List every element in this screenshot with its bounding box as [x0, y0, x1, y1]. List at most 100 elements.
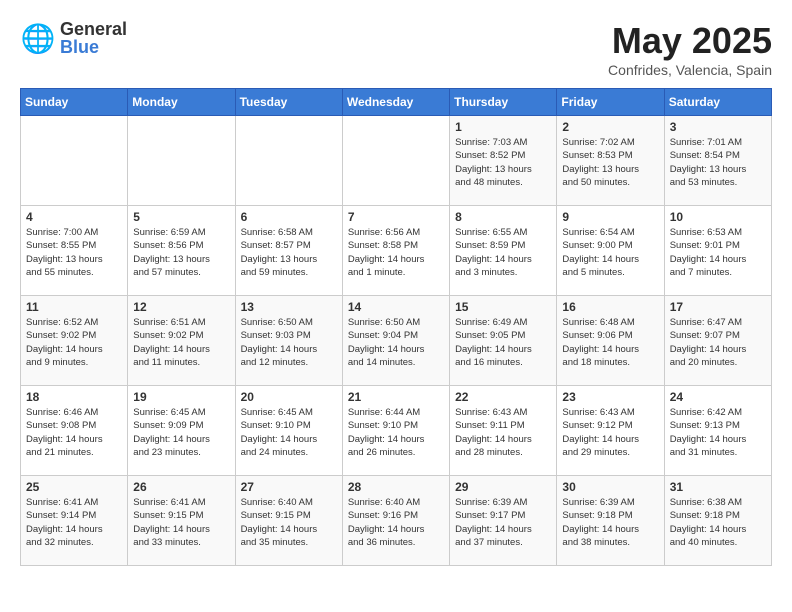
day-number: 8: [455, 210, 551, 224]
day-number: 22: [455, 390, 551, 404]
day-info: Sunrise: 6:40 AM Sunset: 9:15 PM Dayligh…: [241, 496, 337, 549]
day-info: Sunrise: 6:52 AM Sunset: 9:02 PM Dayligh…: [26, 316, 122, 369]
day-info: Sunrise: 7:00 AM Sunset: 8:55 PM Dayligh…: [26, 226, 122, 279]
calendar-header-row: SundayMondayTuesdayWednesdayThursdayFrid…: [21, 89, 772, 116]
day-info: Sunrise: 6:48 AM Sunset: 9:06 PM Dayligh…: [562, 316, 658, 369]
day-info: Sunrise: 6:50 AM Sunset: 9:04 PM Dayligh…: [348, 316, 444, 369]
day-number: 11: [26, 300, 122, 314]
day-info: Sunrise: 6:39 AM Sunset: 9:18 PM Dayligh…: [562, 496, 658, 549]
week-row-4: 18Sunrise: 6:46 AM Sunset: 9:08 PM Dayli…: [21, 386, 772, 476]
day-number: 16: [562, 300, 658, 314]
day-info: Sunrise: 7:02 AM Sunset: 8:53 PM Dayligh…: [562, 136, 658, 189]
header-tuesday: Tuesday: [235, 89, 342, 116]
month-title: May 2025: [608, 20, 772, 62]
calendar-cell: [128, 116, 235, 206]
day-number: 14: [348, 300, 444, 314]
calendar-cell: 4 Sunrise: 7:00 AM Sunset: 8:55 PM Daylig…: [21, 206, 128, 296]
header-wednesday: Wednesday: [342, 89, 449, 116]
calendar-cell: 5Sunrise: 6:59 AM Sunset: 8:56 PM Daylig…: [128, 206, 235, 296]
calendar-cell: 20 Sunrise: 6:45 AM Sunset: 9:10 PM Dayli…: [235, 386, 342, 476]
day-info: Sunrise: 6:46 AM Sunset: 9:08 PM Dayligh…: [26, 406, 122, 459]
day-info: Sunrise: 6:45 AM Sunset: 9:10 PM Dayligh…: [241, 406, 337, 459]
svg-text:🌐: 🌐: [21, 22, 56, 55]
day-number: 24: [670, 390, 766, 404]
day-info: Sunrise: 6:38 AM Sunset: 9:18 PM Dayligh…: [670, 496, 766, 549]
calendar-cell: 15Sunrise: 6:49 AM Sunset: 9:05 PM Dayli…: [450, 296, 557, 386]
week-row-3: 11 Sunrise: 6:52 AM Sunset: 9:02 PM Dayli…: [21, 296, 772, 386]
calendar-cell: 28Sunrise: 6:40 AM Sunset: 9:16 PM Dayli…: [342, 476, 449, 566]
calendar-cell: 23 Sunrise: 6:43 AM Sunset: 9:12 PM Dayli…: [557, 386, 664, 476]
day-info: Sunrise: 6:53 AM Sunset: 9:01 PM Dayligh…: [670, 226, 766, 279]
day-info: Sunrise: 6:54 AM Sunset: 9:00 PM Dayligh…: [562, 226, 658, 279]
day-number: 9: [562, 210, 658, 224]
header-thursday: Thursday: [450, 89, 557, 116]
day-number: 13: [241, 300, 337, 314]
calendar-cell: 10 Sunrise: 6:53 AM Sunset: 9:01 PM Dayli…: [664, 206, 771, 296]
calendar-cell: 24Sunrise: 6:42 AM Sunset: 9:13 PM Dayli…: [664, 386, 771, 476]
day-info: Sunrise: 6:40 AM Sunset: 9:16 PM Dayligh…: [348, 496, 444, 549]
calendar-cell: 26 Sunrise: 6:41 AM Sunset: 9:15 PM Dayli…: [128, 476, 235, 566]
calendar-cell: 7 Sunrise: 6:56 AM Sunset: 8:58 PM Daylig…: [342, 206, 449, 296]
day-number: 1: [455, 120, 551, 134]
day-number: 4: [26, 210, 122, 224]
calendar-cell: 30 Sunrise: 6:39 AM Sunset: 9:18 PM Dayli…: [557, 476, 664, 566]
week-row-5: 25 Sunrise: 6:41 AM Sunset: 9:14 PM Dayli…: [21, 476, 772, 566]
day-info: Sunrise: 6:41 AM Sunset: 9:15 PM Dayligh…: [133, 496, 229, 549]
day-number: 6: [241, 210, 337, 224]
calendar-cell: 18Sunrise: 6:46 AM Sunset: 9:08 PM Dayli…: [21, 386, 128, 476]
calendar-cell: 21 Sunrise: 6:44 AM Sunset: 9:10 PM Dayli…: [342, 386, 449, 476]
header-saturday: Saturday: [664, 89, 771, 116]
calendar-cell: 19 Sunrise: 6:45 AM Sunset: 9:09 PM Dayli…: [128, 386, 235, 476]
calendar-cell: 25 Sunrise: 6:41 AM Sunset: 9:14 PM Dayli…: [21, 476, 128, 566]
header-friday: Friday: [557, 89, 664, 116]
day-number: 15: [455, 300, 551, 314]
calendar-cell: 2Sunrise: 7:02 AM Sunset: 8:53 PM Daylig…: [557, 116, 664, 206]
day-info: Sunrise: 6:39 AM Sunset: 9:17 PM Dayligh…: [455, 496, 551, 549]
day-number: 23: [562, 390, 658, 404]
day-number: 7: [348, 210, 444, 224]
week-row-1: 1Sunrise: 7:03 AM Sunset: 8:52 PM Daylig…: [21, 116, 772, 206]
day-number: 25: [26, 480, 122, 494]
day-number: 21: [348, 390, 444, 404]
day-info: Sunrise: 6:45 AM Sunset: 9:09 PM Dayligh…: [133, 406, 229, 459]
calendar-cell: 9 Sunrise: 6:54 AM Sunset: 9:00 PM Daylig…: [557, 206, 664, 296]
day-number: 30: [562, 480, 658, 494]
day-info: Sunrise: 6:59 AM Sunset: 8:56 PM Dayligh…: [133, 226, 229, 279]
day-info: Sunrise: 6:47 AM Sunset: 9:07 PM Dayligh…: [670, 316, 766, 369]
day-number: 26: [133, 480, 229, 494]
calendar-cell: 11 Sunrise: 6:52 AM Sunset: 9:02 PM Dayli…: [21, 296, 128, 386]
calendar-cell: 14 Sunrise: 6:50 AM Sunset: 9:04 PM Dayli…: [342, 296, 449, 386]
day-info: Sunrise: 6:51 AM Sunset: 9:02 PM Dayligh…: [133, 316, 229, 369]
calendar-cell: 12 Sunrise: 6:51 AM Sunset: 9:02 PM Dayli…: [128, 296, 235, 386]
calendar-table: SundayMondayTuesdayWednesdayThursdayFrid…: [20, 88, 772, 566]
day-info: Sunrise: 6:43 AM Sunset: 9:12 PM Dayligh…: [562, 406, 658, 459]
day-number: 10: [670, 210, 766, 224]
day-number: 27: [241, 480, 337, 494]
calendar-cell: 31Sunrise: 6:38 AM Sunset: 9:18 PM Dayli…: [664, 476, 771, 566]
calendar-cell: [342, 116, 449, 206]
calendar-cell: 22 Sunrise: 6:43 AM Sunset: 9:11 PM Dayli…: [450, 386, 557, 476]
day-number: 12: [133, 300, 229, 314]
logo-text: General Blue: [60, 20, 127, 56]
calendar-cell: 13 Sunrise: 6:50 AM Sunset: 9:03 PM Dayli…: [235, 296, 342, 386]
calendar-cell: 27 Sunrise: 6:40 AM Sunset: 9:15 PM Dayli…: [235, 476, 342, 566]
title-block: May 2025 Confrides, Valencia, Spain: [608, 20, 772, 78]
day-info: Sunrise: 6:41 AM Sunset: 9:14 PM Dayligh…: [26, 496, 122, 549]
header-sunday: Sunday: [21, 89, 128, 116]
logo-blue: Blue: [60, 38, 127, 56]
day-info: Sunrise: 6:43 AM Sunset: 9:11 PM Dayligh…: [455, 406, 551, 459]
day-number: 19: [133, 390, 229, 404]
logo-general: General: [60, 20, 127, 38]
logo-icon: 🌐: [20, 20, 56, 56]
day-number: 3: [670, 120, 766, 134]
day-info: Sunrise: 6:56 AM Sunset: 8:58 PM Dayligh…: [348, 226, 444, 279]
day-info: Sunrise: 6:55 AM Sunset: 8:59 PM Dayligh…: [455, 226, 551, 279]
day-info: Sunrise: 6:50 AM Sunset: 9:03 PM Dayligh…: [241, 316, 337, 369]
location: Confrides, Valencia, Spain: [608, 62, 772, 78]
day-number: 17: [670, 300, 766, 314]
day-info: Sunrise: 6:44 AM Sunset: 9:10 PM Dayligh…: [348, 406, 444, 459]
calendar-cell: 6 Sunrise: 6:58 AM Sunset: 8:57 PM Daylig…: [235, 206, 342, 296]
day-number: 20: [241, 390, 337, 404]
day-info: Sunrise: 6:58 AM Sunset: 8:57 PM Dayligh…: [241, 226, 337, 279]
day-number: 29: [455, 480, 551, 494]
